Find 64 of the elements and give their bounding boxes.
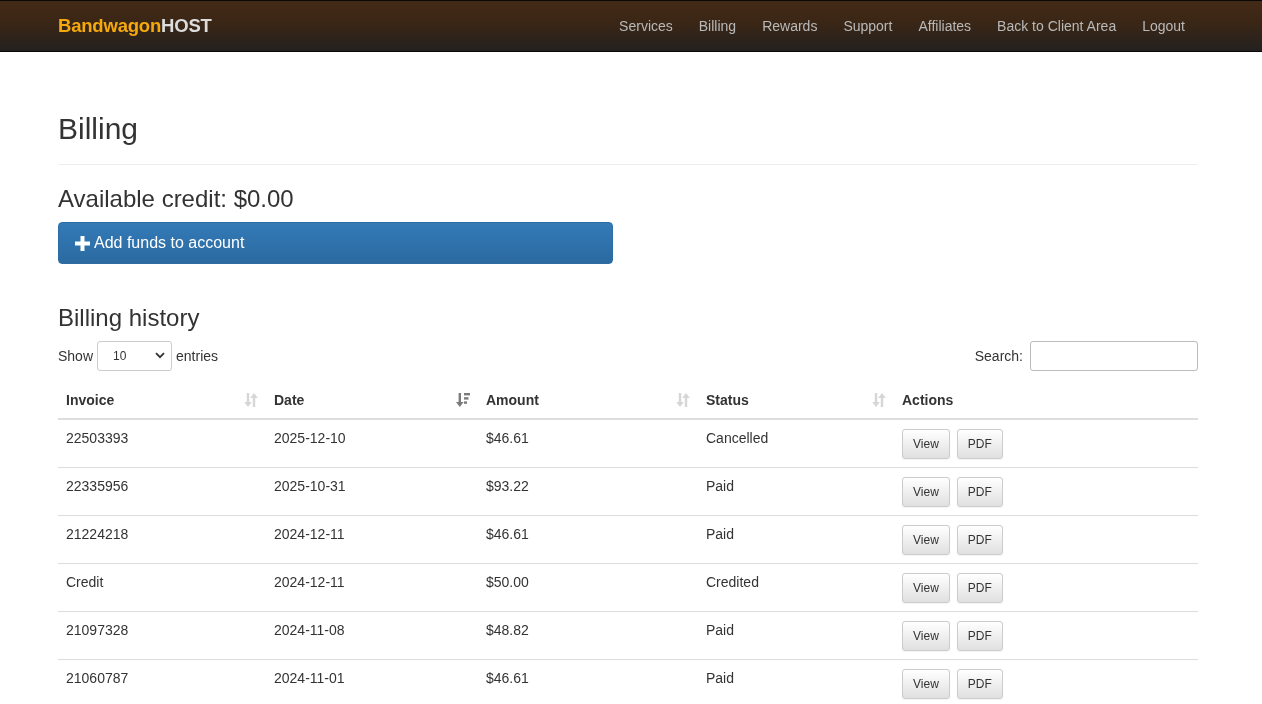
column-header[interactable]: Amount — [478, 381, 698, 419]
view-button[interactable]: View — [902, 476, 950, 507]
nav-link[interactable]: Logout — [1129, 1, 1198, 51]
pdf-button[interactable]: PDF — [956, 524, 1003, 555]
pdf-button[interactable]: PDF — [956, 572, 1003, 603]
table-cell: Paid — [698, 611, 894, 660]
pdf-button[interactable]: PDF — [956, 428, 1003, 459]
nav-link[interactable]: Affiliates — [905, 1, 985, 51]
entries-select[interactable]: 10 — [97, 340, 173, 371]
table-cell: Paid — [698, 467, 894, 516]
sort-arrows-icon — [244, 391, 258, 408]
plus-icon — [75, 235, 90, 251]
nav-link[interactable]: Support — [830, 1, 906, 51]
search-field[interactable] — [1030, 340, 1198, 371]
table-cell: $46.61 — [478, 515, 698, 564]
add-funds-button[interactable]: Add funds to account — [58, 222, 613, 265]
column-header[interactable]: Invoice — [58, 381, 266, 419]
table-cell: 22335956 — [58, 467, 266, 516]
available-credit: Available credit: $0.00 — [58, 186, 295, 213]
brand-logo[interactable]: BandwagonHOST — [58, 15, 212, 37]
pdf-button[interactable]: PDF — [956, 668, 1003, 699]
search-label: Search: — [974, 347, 1023, 364]
sort-descending-icon — [456, 391, 470, 408]
pdf-button[interactable]: PDF — [956, 476, 1003, 507]
column-header[interactable]: Status — [698, 381, 894, 419]
table-cell: Paid — [698, 659, 894, 704]
table-cell: $48.82 — [478, 611, 698, 660]
table-cell: 2025-10-31 — [266, 467, 478, 516]
table-cell: 22503393 — [58, 418, 266, 468]
table-cell: 2025-12-10 — [266, 418, 478, 468]
column-header[interactable]: Date — [266, 381, 478, 419]
table-cell: $93.22 — [478, 467, 698, 516]
show-label: Show — [58, 347, 94, 364]
table-cell: 21060787 — [58, 659, 266, 704]
table-cell: $46.61 — [478, 659, 698, 704]
table-cell: 2024-12-11 — [266, 563, 478, 612]
section-title: Billing history — [58, 305, 201, 332]
entries-label: entries — [176, 347, 219, 364]
table-cell: 2024-11-08 — [266, 611, 478, 660]
sort-arrows-icon — [676, 391, 690, 408]
chevron-down-icon — [155, 352, 166, 360]
sort-arrows-icon — [872, 391, 886, 408]
nav-link[interactable]: Billing — [685, 1, 750, 51]
view-button[interactable]: View — [902, 524, 950, 555]
table-cell: 21097328 — [58, 611, 266, 660]
table-cell: $50.00 — [478, 563, 698, 612]
table-cell: 2024-12-11 — [266, 515, 478, 564]
table-cell: Paid — [698, 515, 894, 564]
page-title: Billing — [58, 112, 140, 145]
table-cell: Credited — [698, 563, 894, 612]
nav-link[interactable]: Rewards — [749, 1, 831, 51]
nav-link[interactable]: Back to Client Area — [984, 1, 1130, 51]
view-button[interactable]: View — [902, 428, 950, 459]
view-button[interactable]: View — [902, 668, 950, 699]
view-button[interactable]: View — [902, 572, 950, 603]
view-button[interactable]: View — [902, 620, 950, 651]
table-cell: 2024-11-01 — [266, 659, 478, 704]
table-cell: 21224218 — [58, 515, 266, 564]
pdf-button[interactable]: PDF — [956, 620, 1003, 651]
table-cell: Cancelled — [698, 418, 894, 468]
nav-link[interactable]: Services — [606, 1, 686, 51]
column-header: Actions — [894, 381, 1198, 419]
table-cell: $46.61 — [478, 418, 698, 468]
table-cell: Credit — [58, 563, 266, 612]
